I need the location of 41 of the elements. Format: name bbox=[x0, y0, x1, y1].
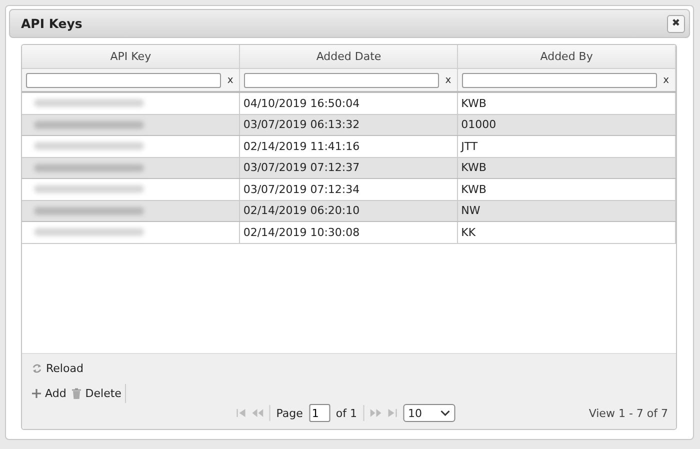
page-size-dropdown[interactable]: 10 bbox=[403, 404, 455, 422]
table-cell: KWB bbox=[458, 92, 676, 114]
window-title: API Keys bbox=[21, 16, 82, 31]
refresh-icon bbox=[32, 363, 42, 374]
plus-icon bbox=[32, 389, 41, 398]
filter-field[interactable] bbox=[26, 72, 222, 88]
trash-icon bbox=[72, 388, 82, 399]
table-cell: KWB bbox=[458, 178, 676, 200]
table-cell: 02/14/2019 11:41:16 bbox=[240, 136, 458, 157]
clear-filter[interactable]: x bbox=[225, 74, 236, 86]
column-header[interactable]: Added Date bbox=[240, 45, 458, 68]
column-header[interactable]: API Key bbox=[22, 45, 240, 68]
delete-button[interactable]: Delete bbox=[72, 384, 122, 403]
filter-field[interactable] bbox=[244, 72, 440, 88]
page-count: of 1 bbox=[336, 406, 357, 420]
table-cell: 04/10/2019 16:50:04 bbox=[240, 92, 458, 114]
add-button[interactable]: Add bbox=[32, 384, 66, 403]
table-cell: 03/07/2019 07:12:34 bbox=[240, 178, 458, 200]
table-cell: 02/14/2019 10:30:08 bbox=[240, 222, 458, 243]
close-button[interactable]: ✖ bbox=[667, 14, 685, 32]
table-cell: NW bbox=[458, 200, 676, 222]
next-page-icon[interactable] bbox=[370, 409, 381, 417]
table-cell: 02/14/2019 06:20:10 bbox=[240, 200, 458, 222]
page-number-field[interactable]: 1 bbox=[308, 404, 330, 422]
filter-field[interactable] bbox=[462, 72, 658, 88]
clear-filter[interactable]: x bbox=[443, 74, 454, 86]
table-cell: JTT bbox=[458, 136, 676, 157]
table-cell: 03/07/2019 07:12:37 bbox=[240, 157, 458, 178]
reload-button[interactable]: Reload bbox=[32, 359, 668, 378]
table-cell: 03/07/2019 06:13:32 bbox=[240, 114, 458, 136]
clear-filter[interactable]: x bbox=[661, 74, 671, 86]
previous-page-icon[interactable] bbox=[252, 409, 264, 417]
chevron-down-icon bbox=[440, 410, 450, 416]
page-label: Page bbox=[276, 406, 303, 420]
first-page-icon[interactable] bbox=[236, 409, 246, 417]
column-header[interactable]: Added By bbox=[458, 45, 676, 68]
record-count: View 1 - 7 of 7 bbox=[588, 406, 668, 420]
table-cell: KWB bbox=[458, 157, 676, 178]
last-page-icon[interactable] bbox=[387, 409, 397, 417]
table-cell: KK bbox=[458, 222, 676, 243]
table-cell: 01000 bbox=[458, 114, 676, 136]
